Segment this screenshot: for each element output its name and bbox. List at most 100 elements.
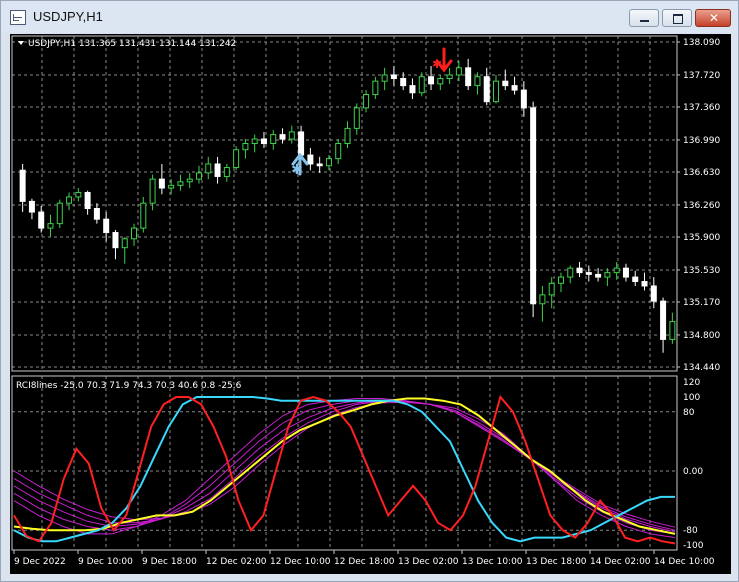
indicator-info: RCI8lines -25.0 70.3 71.9 74.3 70.3 40.6… [16, 381, 242, 391]
candle-body [576, 267, 583, 274]
candle-body [372, 80, 379, 96]
candle-body [632, 276, 639, 283]
close-button[interactable]: ✕ [695, 9, 731, 27]
chart-window: USDJPY,H1 ✕ ✱ ✱ USDJPY,H1 131.365 131.43… [0, 0, 739, 582]
time-label: 9 Dec 2022 [14, 557, 66, 567]
candle-body [446, 74, 453, 80]
candle-body [149, 178, 156, 204]
candle-body [390, 74, 397, 80]
candle-body [400, 78, 407, 87]
candle-body [270, 134, 277, 145]
candle-body [251, 138, 258, 145]
time-label: 12 Dec 18:00 [334, 557, 395, 567]
candle-body [669, 321, 676, 340]
time-axis: 9 Dec 2022 9 Dec 10:00 9 Dec 18:00 12 Dec 0… [13, 550, 715, 567]
price-label: 134.440 [683, 363, 720, 373]
price-label: 136.260 [683, 201, 720, 211]
candle-body [622, 267, 629, 278]
title-bar[interactable]: USDJPY,H1 ✕ [1, 1, 738, 33]
candle-body [19, 169, 26, 202]
candle-body [539, 294, 546, 305]
candle-body [28, 200, 35, 213]
time-label: 9 Dec 10:00 [78, 557, 133, 567]
candle-body [428, 76, 435, 85]
candle-body [288, 131, 295, 140]
minimize-button[interactable] [629, 9, 659, 27]
close-icon: ✕ [708, 11, 720, 25]
candle-body [121, 238, 128, 249]
chart-window-icon [10, 10, 26, 25]
candle-body [195, 172, 202, 180]
candle-body [483, 76, 490, 103]
candle-body [465, 67, 472, 87]
time-label: 12 Dec 02:00 [206, 557, 267, 567]
indicator-scale-label: -80 [683, 526, 698, 536]
time-label: 13 Dec 02:00 [398, 557, 459, 567]
price-label: 135.170 [683, 298, 720, 308]
price-label: 136.990 [683, 136, 720, 146]
window-title: USDJPY,H1 [33, 9, 103, 24]
indicator-scale-label: 100 [683, 393, 700, 403]
indicator-scale-label: 80 [683, 408, 695, 418]
candle-body [344, 127, 351, 145]
chart-area[interactable]: ✱ ✱ USDJPY,H1 131.365 131.431 131.144 13… [10, 34, 731, 574]
symbol-info: USDJPY,H1 131.365 131.431 131.144 131.24… [28, 39, 236, 49]
candle-body [242, 143, 249, 151]
chart-menu-triangle-icon[interactable] [18, 41, 24, 45]
candle-body [409, 85, 416, 94]
candle-body [650, 285, 657, 302]
candle-body [38, 211, 45, 229]
indicator-scale-label: 0.00 [683, 467, 703, 477]
price-label: 134.800 [683, 331, 720, 341]
time-label: 9 Dec 18:00 [142, 557, 197, 567]
price-label: 138.090 [683, 38, 720, 48]
gridlines [12, 36, 677, 550]
candle-body [75, 191, 82, 198]
price-label: 135.900 [683, 233, 720, 243]
candle-body [511, 85, 518, 91]
candle-body [56, 202, 63, 225]
time-label: 14 Dec 02:00 [590, 557, 651, 567]
candle-body [214, 163, 221, 177]
candle-body [279, 134, 286, 140]
buy-star-icon: ✱ [291, 162, 303, 178]
candle-body [66, 196, 73, 204]
candle-body [437, 78, 444, 85]
buy-signal-arrow-icon: ✱ [291, 152, 309, 178]
indicator-scale-label: 120 [683, 378, 700, 388]
candle-body [353, 107, 360, 129]
chart-canvas[interactable]: ✱ ✱ USDJPY,H1 131.365 131.431 131.144 13… [10, 34, 731, 574]
time-label: 13 Dec 10:00 [462, 557, 523, 567]
sell-signal-arrow-icon: ✱ [432, 47, 453, 73]
candle-body [520, 89, 527, 109]
candle-body [112, 232, 119, 249]
time-label: 14 Dec 10:00 [654, 557, 715, 567]
candle-body [325, 158, 332, 167]
candle-body [233, 149, 240, 169]
candle-body [595, 273, 602, 278]
rci-lines [13, 394, 676, 545]
candle-body [316, 163, 323, 167]
candle-body [298, 131, 305, 156]
price-label: 137.360 [683, 103, 720, 113]
sell-star-icon: ✱ [432, 57, 442, 71]
candle-body [103, 218, 110, 234]
maximize-button[interactable] [662, 9, 692, 27]
rci-series-line [13, 401, 676, 528]
candle-body [641, 281, 648, 287]
candle-body [493, 80, 500, 103]
candle-body [502, 80, 509, 87]
candle-body [585, 272, 592, 275]
candle-body [474, 76, 481, 87]
price-label: 136.630 [683, 168, 720, 178]
candle-body [613, 267, 620, 274]
candle-body [335, 143, 342, 160]
candle-body [567, 267, 574, 278]
candle-body [381, 74, 388, 82]
candle-body [140, 202, 147, 229]
main-plot-border [11, 35, 678, 372]
time-label: 13 Dec 18:00 [526, 557, 587, 567]
candle-body [557, 276, 564, 284]
candle-body [418, 76, 425, 94]
candle-body [260, 138, 267, 145]
